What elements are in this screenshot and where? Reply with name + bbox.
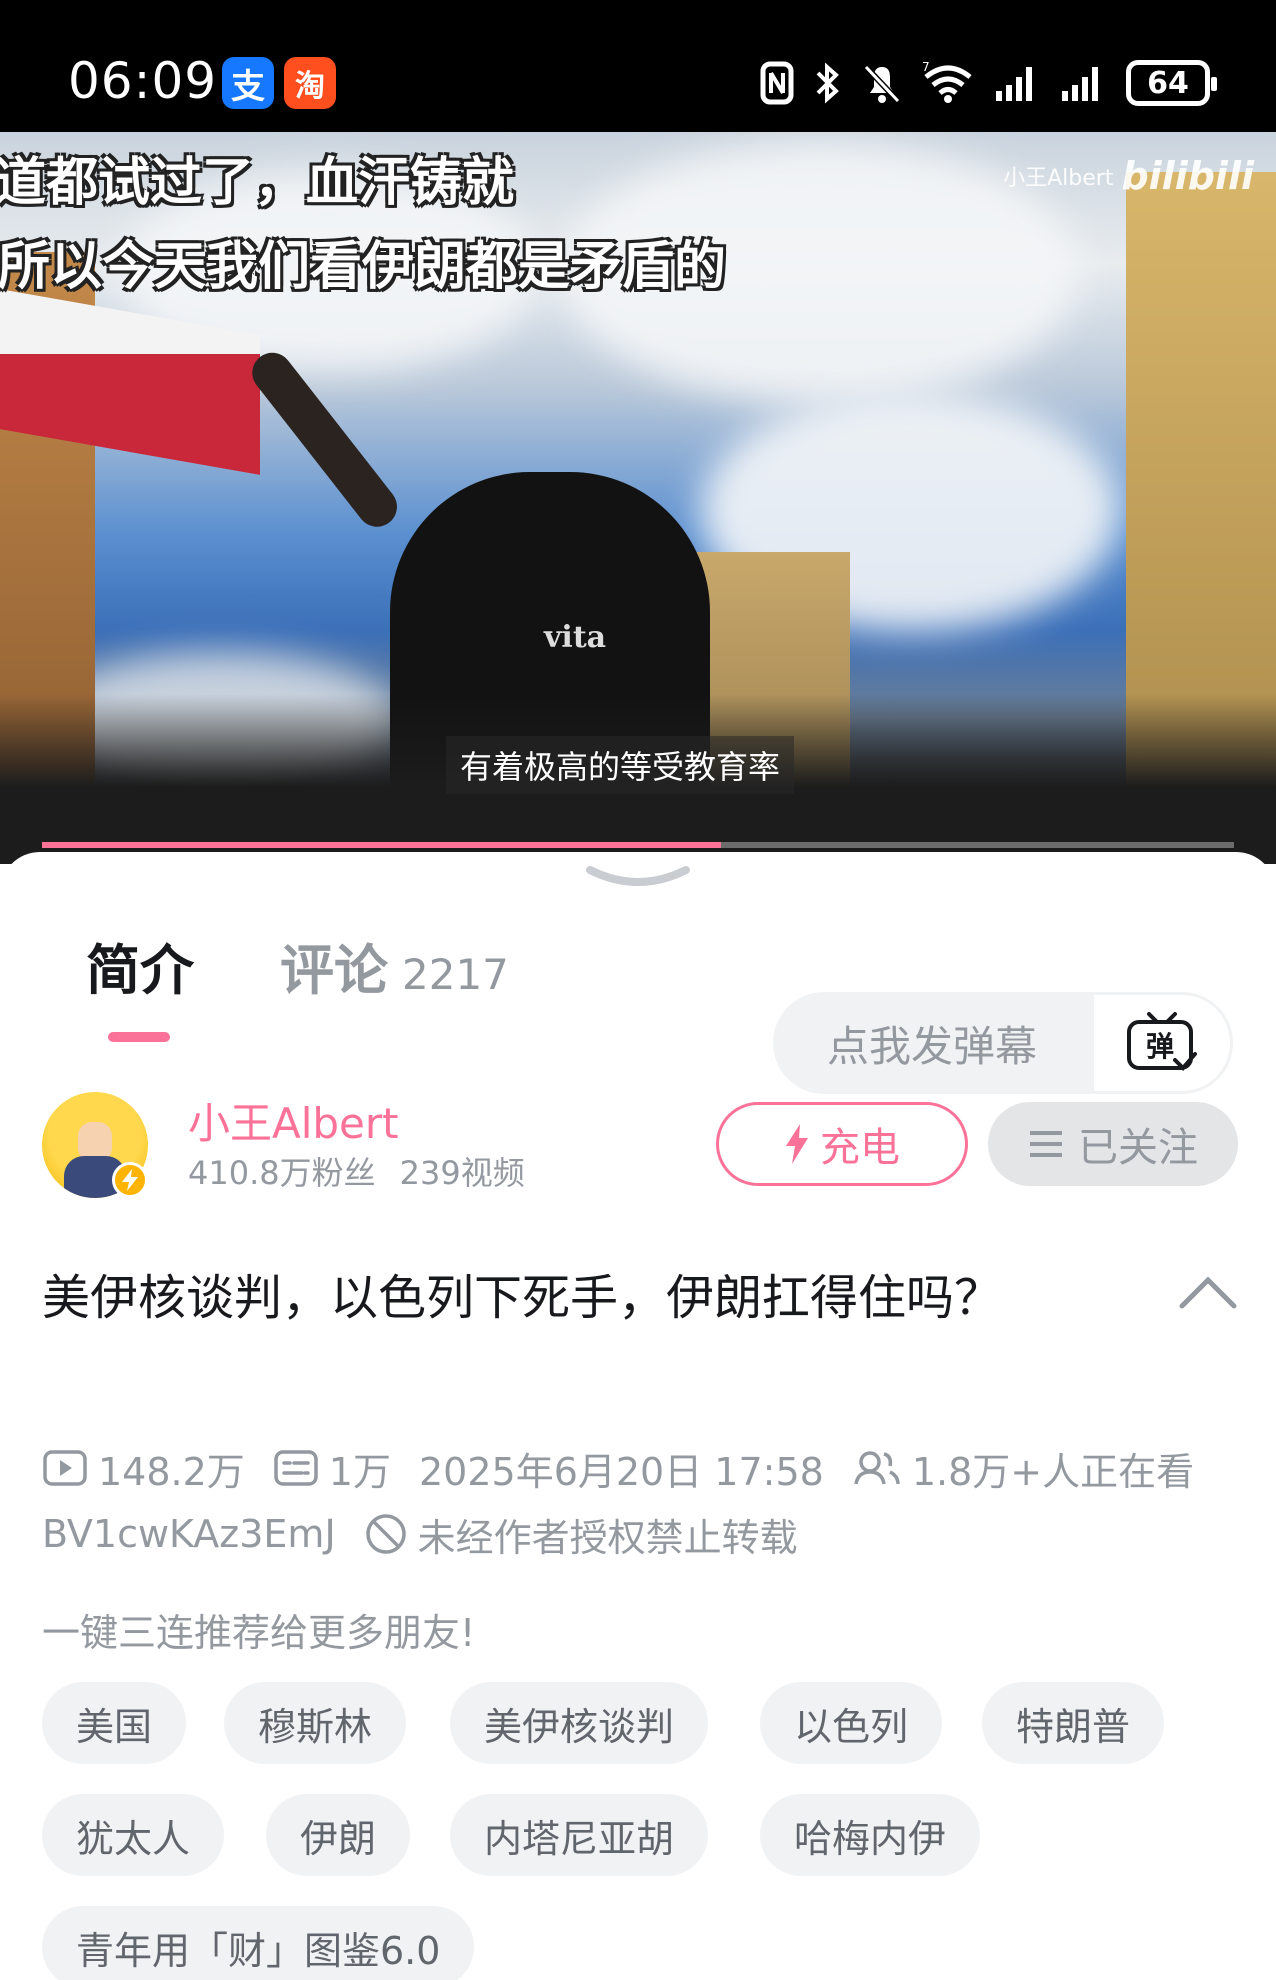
lightning-badge-icon bbox=[112, 1162, 148, 1198]
status-time: 06:09 bbox=[68, 52, 218, 110]
view-count: 148.2万 bbox=[42, 1441, 245, 1496]
signal-icon-2 bbox=[1062, 67, 1098, 101]
collapse-handle-icon[interactable] bbox=[584, 864, 692, 890]
danmaku-bar: 点我发弹幕 弹 bbox=[773, 992, 1233, 1094]
status-bar: 06:09 支 淘 7 64 bbox=[0, 0, 1276, 132]
charge-label: 充电 bbox=[820, 1125, 900, 1171]
follow-label: 已关注 bbox=[1078, 1125, 1198, 1171]
danmaku-count-text: 1万 bbox=[328, 1449, 391, 1494]
bvid[interactable]: BV1cwKAz3EmJ bbox=[42, 1512, 336, 1556]
danmaku-count-icon bbox=[274, 1450, 318, 1486]
video-meta: 148.2万 1万 2025年6月20日 17:58 1.8万+人正在看 BV1… bbox=[42, 1436, 1242, 1560]
menu-lines-icon bbox=[1030, 1131, 1062, 1157]
detail-sheet: 简介 评论 2217 点我发弹幕 弹 小王Albert 410.8万粉丝 239… bbox=[0, 852, 1276, 1980]
watching-count-text: 1.8万+人正在看 bbox=[911, 1449, 1195, 1494]
danmaku-icon: 弹 bbox=[1127, 1012, 1197, 1071]
danmaku-glyph: 弹 bbox=[1146, 1030, 1174, 1063]
uploader-fans: 410.8万粉丝 bbox=[188, 1154, 376, 1192]
tag-chip[interactable]: 美国 bbox=[42, 1682, 187, 1764]
tag-chip[interactable]: 以色列 bbox=[760, 1682, 943, 1764]
follow-button[interactable]: 已关注 bbox=[988, 1102, 1238, 1186]
tag-chip[interactable]: 美伊核谈判 bbox=[450, 1682, 709, 1764]
video-watermark: 小王Albert bilibili bbox=[1003, 154, 1254, 198]
tab-comments-label: 评论 bbox=[280, 939, 388, 1002]
shirt-text: vita bbox=[544, 620, 607, 655]
tag-chip[interactable]: 内塔尼亚胡 bbox=[450, 1794, 709, 1876]
raised-arm bbox=[244, 344, 406, 535]
tab-intro[interactable]: 简介 bbox=[86, 926, 194, 1005]
publish-time: 2025年6月20日 17:58 bbox=[418, 1449, 824, 1494]
uploader-name[interactable]: 小王Albert bbox=[188, 1090, 399, 1151]
meta-row: BV1cwKAz3EmJ 未经作者授权禁止转载 bbox=[42, 1502, 826, 1566]
tag-chip[interactable]: 犹太人 bbox=[42, 1794, 225, 1876]
tag-chip[interactable]: 青年用「财」图鉴6.0 bbox=[42, 1906, 475, 1980]
uploader-row: 小王Albert 410.8万粉丝 239视频 充电 已关注 bbox=[42, 1092, 1242, 1204]
status-icons: 7 64 bbox=[760, 58, 1217, 108]
bilibili-video-page: 06:09 支 淘 7 64 vita 道都试过了，血汗铸就 所以今天我们看伊朗… bbox=[0, 0, 1276, 1980]
watching-count: 1.8万+人正在看 bbox=[852, 1441, 1194, 1496]
taobao-icon: 淘 bbox=[284, 57, 336, 109]
nfc-icon bbox=[760, 61, 794, 105]
danmaku-input[interactable]: 点我发弹幕 bbox=[773, 992, 1091, 1094]
people-icon bbox=[854, 1451, 900, 1485]
video-caption-line: 所以今天我们看伊朗都是矛盾的 bbox=[0, 237, 727, 297]
no-repost-icon bbox=[365, 1514, 406, 1554]
active-tab-indicator bbox=[108, 1032, 170, 1042]
mute-bell-icon bbox=[863, 64, 901, 104]
uploader-videos: 239视频 bbox=[399, 1154, 525, 1192]
comments-count: 2217 bbox=[402, 950, 509, 999]
wifi-icon: 7 bbox=[922, 61, 972, 103]
meta-row: 148.2万 1万 2025年6月20日 17:58 1.8万+人正在看 bbox=[42, 1436, 1242, 1500]
progress-bar[interactable] bbox=[42, 842, 1234, 848]
signal-icon bbox=[996, 67, 1032, 101]
danmaku-count: 1万 bbox=[273, 1441, 391, 1496]
uploader-stats: 410.8万粉丝 239视频 bbox=[188, 1148, 525, 1194]
tag-chip[interactable]: 伊朗 bbox=[266, 1794, 411, 1876]
tab-bar: 简介 评论 2217 点我发弹幕 弹 bbox=[0, 926, 1276, 1094]
bilibili-logo: bilibili bbox=[1121, 154, 1254, 198]
chevron-up-icon[interactable] bbox=[1178, 1272, 1238, 1312]
tab-comments[interactable]: 评论 2217 bbox=[280, 926, 509, 1005]
progress-fill bbox=[42, 842, 722, 848]
watermark-author: 小王Albert bbox=[1003, 166, 1114, 191]
tag-chip[interactable]: 哈梅内伊 bbox=[760, 1794, 981, 1876]
copyright-text: 未经作者授权禁止转载 bbox=[417, 1515, 798, 1560]
play-count-icon bbox=[43, 1450, 87, 1486]
danmaku-settings-button[interactable]: 弹 bbox=[1091, 992, 1233, 1094]
view-count-text: 148.2万 bbox=[98, 1449, 245, 1494]
battery-indicator: 64 bbox=[1126, 60, 1217, 106]
charge-button[interactable]: 充电 bbox=[716, 1102, 968, 1186]
video-subtitle: 有着极高的等受教育率 bbox=[446, 736, 795, 794]
tag-chip[interactable]: 穆斯林 bbox=[224, 1682, 407, 1764]
triple-like-tagline: 一键三连推荐给更多朋友! bbox=[42, 1611, 476, 1655]
video-title: 美伊核谈判，以色列下死手，伊朗扛得住吗？ bbox=[42, 1270, 1003, 1326]
video-player[interactable]: vita 道都试过了，血汗铸就 所以今天我们看伊朗都是矛盾的 小王Albert … bbox=[0, 132, 1276, 864]
video-caption-line: 道都试过了，血汗铸就 bbox=[0, 153, 515, 213]
bluetooth-icon bbox=[816, 62, 839, 104]
svg-text:7: 7 bbox=[922, 61, 930, 74]
tag-chip[interactable]: 特朗普 bbox=[982, 1682, 1165, 1764]
alipay-icon: 支 bbox=[222, 57, 274, 109]
copyright-notice: 未经作者授权禁止转载 bbox=[364, 1507, 798, 1562]
lightning-icon bbox=[786, 1124, 808, 1164]
